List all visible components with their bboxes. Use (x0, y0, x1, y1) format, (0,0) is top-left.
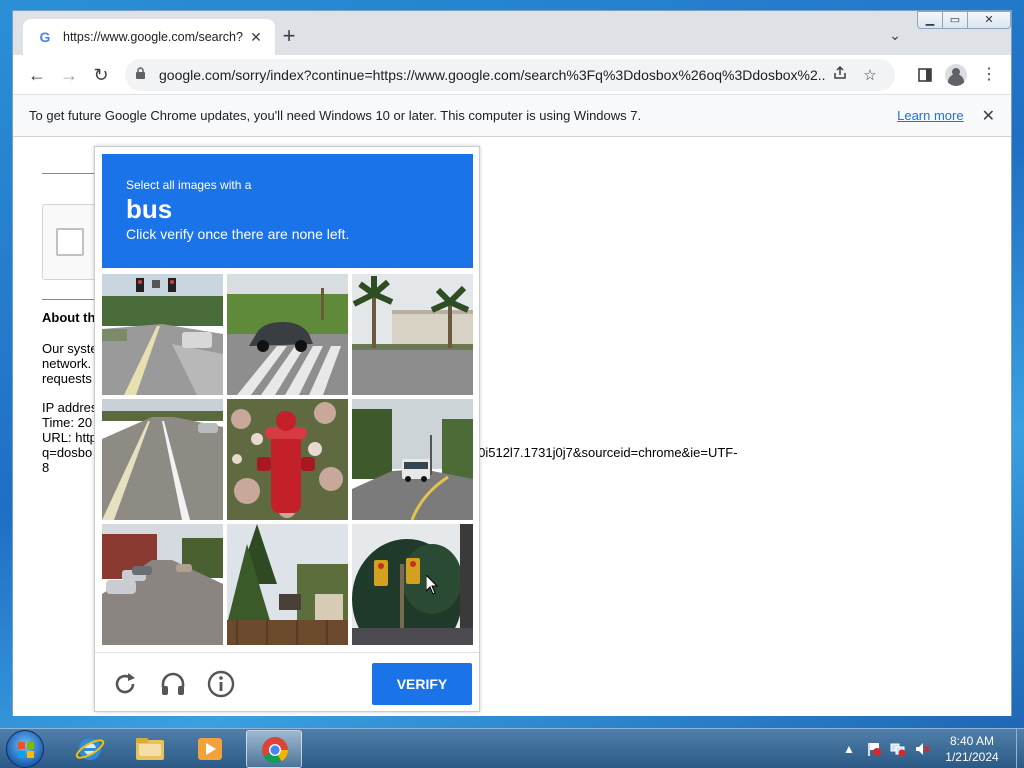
url-tail-text: 0j0i512l7.1731j0j7&sourceid=chrome&ie=UT… (468, 445, 738, 460)
fire-hydrant-tile[interactable] (227, 399, 348, 520)
challenge-footer: VERIFY (95, 652, 479, 712)
address-bar[interactable]: google.com/sorry/index?continue=https://… (125, 59, 895, 91)
back-button[interactable]: ← (25, 63, 49, 87)
browser-toolbar: ← → ↻ google.com/sorry/index?continue=ht… (13, 55, 1011, 95)
network-icon[interactable] (888, 737, 908, 761)
recaptcha-checkbox[interactable] (56, 228, 84, 256)
taskbar-file-explorer[interactable] (122, 730, 178, 768)
learn-more-link[interactable]: Learn more (897, 108, 963, 123)
maximize-button[interactable]: ▭ (942, 11, 968, 29)
lock-icon[interactable] (135, 67, 149, 83)
media-player-icon (198, 738, 222, 760)
url-text[interactable]: google.com/sorry/index?continue=https://… (159, 67, 825, 83)
windows-taskbar: ▲ 8:40 AM 1/21/2024 (0, 728, 1024, 768)
show-desktop-button[interactable] (1016, 729, 1024, 768)
about-heading: About th (42, 310, 96, 325)
street-traffic-lights-tile[interactable] (102, 274, 223, 395)
forward-button[interactable]: → (57, 63, 81, 87)
browser-tab[interactable]: G https://www.google.com/search? ✕ (23, 19, 275, 55)
chrome-icon (262, 737, 289, 764)
palm-trees-building-tile[interactable] (352, 274, 473, 395)
new-tab-button[interactable]: + (277, 25, 301, 49)
recaptcha-challenge: Select all images with a bus Click verif… (94, 146, 480, 712)
profile-avatar-icon[interactable] (945, 64, 967, 86)
taskbar-chrome[interactable] (246, 730, 302, 768)
internet-explorer-icon (75, 738, 105, 760)
instruction-line: Select all images with a (126, 178, 252, 192)
audio-challenge-icon[interactable] (158, 669, 188, 699)
infobar-close-icon[interactable]: ✕ (982, 106, 995, 126)
tab-strip: G https://www.google.com/search? ✕ + ⌄ ▁… (13, 11, 1011, 55)
recaptcha-anchor (42, 204, 102, 280)
clock-date: 1/21/2024 (945, 750, 999, 764)
road-lanes-tile[interactable] (102, 399, 223, 520)
road-with-bus-tile[interactable] (352, 399, 473, 520)
challenge-header: Select all images with a bus Click verif… (102, 154, 473, 268)
show-hidden-icons-button[interactable]: ▲ (842, 737, 856, 761)
update-infobar: To get future Google Chrome updates, you… (13, 95, 1011, 137)
verify-button[interactable]: VERIFY (372, 663, 472, 705)
reload-button[interactable]: ↻ (89, 63, 113, 87)
bookmark-star-icon[interactable]: ☆ (855, 66, 885, 84)
windows-logo-icon (18, 742, 34, 758)
instruction-subline: Click verify once there are none left. (126, 226, 350, 242)
folder-icon (136, 738, 164, 760)
tab-search-chevron-icon[interactable]: ⌄ (885, 27, 905, 47)
share-icon[interactable] (825, 65, 855, 85)
side-panel-icon[interactable] (913, 63, 937, 87)
request-details: IP addres Time: 20 URL: http q=dosbo 8 (42, 400, 98, 475)
menu-kebab-icon[interactable]: ⋮ (977, 63, 1001, 87)
target-object: bus (126, 194, 173, 224)
explanation-text: Our syste network. requests (42, 341, 98, 386)
trees-house-tile[interactable] (227, 524, 348, 645)
info-icon[interactable] (206, 669, 236, 699)
reload-challenge-icon[interactable] (110, 669, 140, 699)
minimize-button[interactable]: ▁ (917, 11, 943, 29)
tab-close-icon[interactable]: ✕ (247, 29, 265, 46)
taskbar-internet-explorer[interactable] (62, 730, 118, 768)
volume-muted-icon[interactable] (912, 737, 932, 761)
tab-title: https://www.google.com/search? (63, 30, 243, 44)
mouse-cursor-icon (426, 575, 438, 595)
clock-time: 8:40 AM (949, 734, 995, 748)
infobar-message: To get future Google Chrome updates, you… (29, 108, 642, 123)
system-clock[interactable]: 8:40 AM 1/21/2024 (930, 733, 1014, 765)
image-grid (102, 274, 473, 645)
action-center-flag-icon[interactable] (864, 737, 884, 761)
taskbar-media-player[interactable] (182, 730, 238, 768)
google-favicon-icon: G (39, 29, 51, 45)
traffic-light-tree-tile[interactable] (352, 524, 473, 645)
car-crosswalk-tile[interactable] (227, 274, 348, 395)
window-close-button[interactable]: ✕ (967, 11, 1011, 29)
start-button[interactable] (6, 730, 44, 768)
parked-cars-street-tile[interactable] (102, 524, 223, 645)
